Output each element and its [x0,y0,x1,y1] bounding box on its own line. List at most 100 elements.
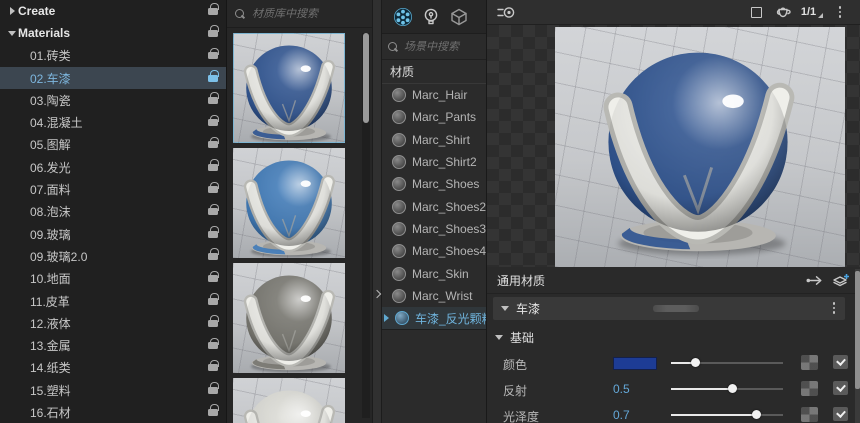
lock-icon[interactable] [208,382,219,394]
tree-item-category[interactable]: 03.陶瓷 [0,89,226,111]
scrollbar-thumb[interactable] [363,33,369,123]
lock-icon[interactable] [208,181,219,194]
lock-icon[interactable] [208,47,219,60]
lock-icon[interactable] [208,3,219,15]
param-checkbox[interactable] [833,407,848,421]
lock-icon[interactable] [208,226,219,238]
param-value[interactable]: 0.7 [613,408,630,422]
lock-icon[interactable] [208,70,219,82]
param-slider[interactable] [671,378,783,400]
slider-handle[interactable] [691,358,701,367]
tree-item-create[interactable]: Create [0,0,226,22]
material-thumbnail[interactable] [233,263,345,373]
param-checkbox[interactable] [833,381,848,395]
tree-item-category[interactable]: 12.液体 [0,312,226,334]
scene-material-item[interactable]: Marc_Skin [382,262,486,284]
scene-material-item[interactable]: Marc_Shirt2 [382,151,486,173]
tree-item-category[interactable]: 07.面料 [0,178,226,200]
scene-material-item[interactable]: Marc_Shoes [382,173,486,195]
lock-icon[interactable] [208,404,219,416]
float-window-icon[interactable] [746,2,766,22]
scene-search-bar[interactable] [382,34,486,60]
color-swatch[interactable] [613,357,657,370]
material-thumbnail[interactable] [233,148,345,258]
lock-icon[interactable] [208,92,219,104]
lock-icon[interactable] [208,293,219,305]
material-layer-row[interactable]: 车漆 [493,297,845,320]
add-layer-icon[interactable] [832,273,850,288]
tree-item-category[interactable]: 10.地面 [0,268,226,290]
scene-material-item-selected[interactable]: 车漆_反光颗粒 [382,306,486,330]
tree-item-category[interactable]: 13.金属 [0,334,226,356]
scene-search-input[interactable] [404,40,480,53]
material-preview-area[interactable] [487,25,860,267]
tree-item-category[interactable]: 05.图解 [0,134,226,156]
material-sphere-icon[interactable] [393,7,413,27]
lock-icon[interactable] [208,248,219,260]
param-slider[interactable] [671,352,783,374]
lock-icon[interactable] [208,136,219,149]
layer-menu-dots-icon[interactable] [832,302,835,314]
checker-texture-icon[interactable] [801,407,818,422]
panel-collapse-strip[interactable] [372,0,382,423]
scene-material-item[interactable]: Marc_Shoes3 [382,218,486,240]
scene-material-item[interactable]: Marc_Hair [382,84,486,106]
lock-icon[interactable] [208,270,219,283]
tree-item-category[interactable]: 06.发光 [0,156,226,178]
preview-page-indicator[interactable]: 1/1 [801,2,824,22]
scene-material-item[interactable]: Marc_Pants [382,106,486,128]
library-search-bar[interactable] [227,0,372,28]
sphere-icon [392,110,406,125]
lock-icon[interactable] [208,337,219,350]
tree-item-category[interactable]: 15.塑料 [0,379,226,401]
slider-handle[interactable] [728,384,738,393]
library-search-input[interactable] [252,7,364,20]
collapse-arrow-icon[interactable] [501,306,509,311]
scene-material-item[interactable]: Marc_Shoes2 [382,195,486,217]
teapot-render-icon[interactable] [774,2,794,22]
checker-texture-icon[interactable] [801,355,818,370]
tree-item-category[interactable]: 09.玻璃 [0,223,226,245]
material-thumbnail-selected[interactable] [233,33,345,143]
light-bulb-icon[interactable] [422,7,440,27]
lock-icon[interactable] [208,203,219,216]
scene-material-item[interactable]: Marc_Shoes4 [382,240,486,262]
material-thumbnail[interactable] [233,378,345,423]
lock-icon[interactable] [208,315,219,327]
scrollbar-thumb[interactable] [855,271,860,389]
slider-handle[interactable] [751,410,761,419]
lock-icon[interactable] [208,25,219,37]
tree-item-category[interactable]: 16.石材 [0,401,226,423]
route-arrow-icon[interactable] [806,275,823,286]
lock-icon[interactable] [208,114,219,127]
scene-material-item[interactable]: Marc_Shirt [382,129,486,151]
scene-material-item[interactable]: Marc_Wrist [382,285,486,307]
geometry-cube-icon[interactable] [449,7,469,27]
properties-scrollbar[interactable] [855,269,860,423]
collapse-chevron-icon[interactable] [372,289,382,299]
tree-item-category[interactable]: 08.泡沫 [0,201,226,223]
layer-weight-slider[interactable] [653,305,699,312]
lock-icon[interactable] [208,159,219,171]
expand-arrow-icon[interactable] [384,314,389,323]
checker-texture-icon[interactable] [801,381,818,396]
tree-item-category[interactable]: 14.纸类 [0,357,226,379]
tree-item-category[interactable]: 01.砖类 [0,45,226,67]
param-slider[interactable] [671,404,783,423]
node-link-icon[interactable] [497,5,516,20]
library-scrollbar[interactable] [362,33,370,418]
lock-icon[interactable] [208,359,219,372]
collapse-arrow-icon[interactable] [495,334,503,340]
basic-group-row[interactable]: 基础 [493,328,534,346]
material-ball-preview [242,268,336,373]
menu-dots-icon[interactable] [830,2,850,22]
collapse-arrow-icon[interactable] [6,30,18,36]
param-value[interactable]: 0.5 [613,382,630,396]
tree-item-category[interactable]: 04.混凝土 [0,111,226,133]
param-checkbox[interactable] [833,355,848,369]
tree-item-materials[interactable]: Materials [0,22,226,44]
tree-item-category[interactable]: 09.玻璃2.0 [0,245,226,267]
expand-arrow-icon[interactable] [6,7,18,16]
tree-item-category-selected[interactable]: 02.车漆 [0,66,226,90]
tree-item-category[interactable]: 11.皮革 [0,290,226,312]
